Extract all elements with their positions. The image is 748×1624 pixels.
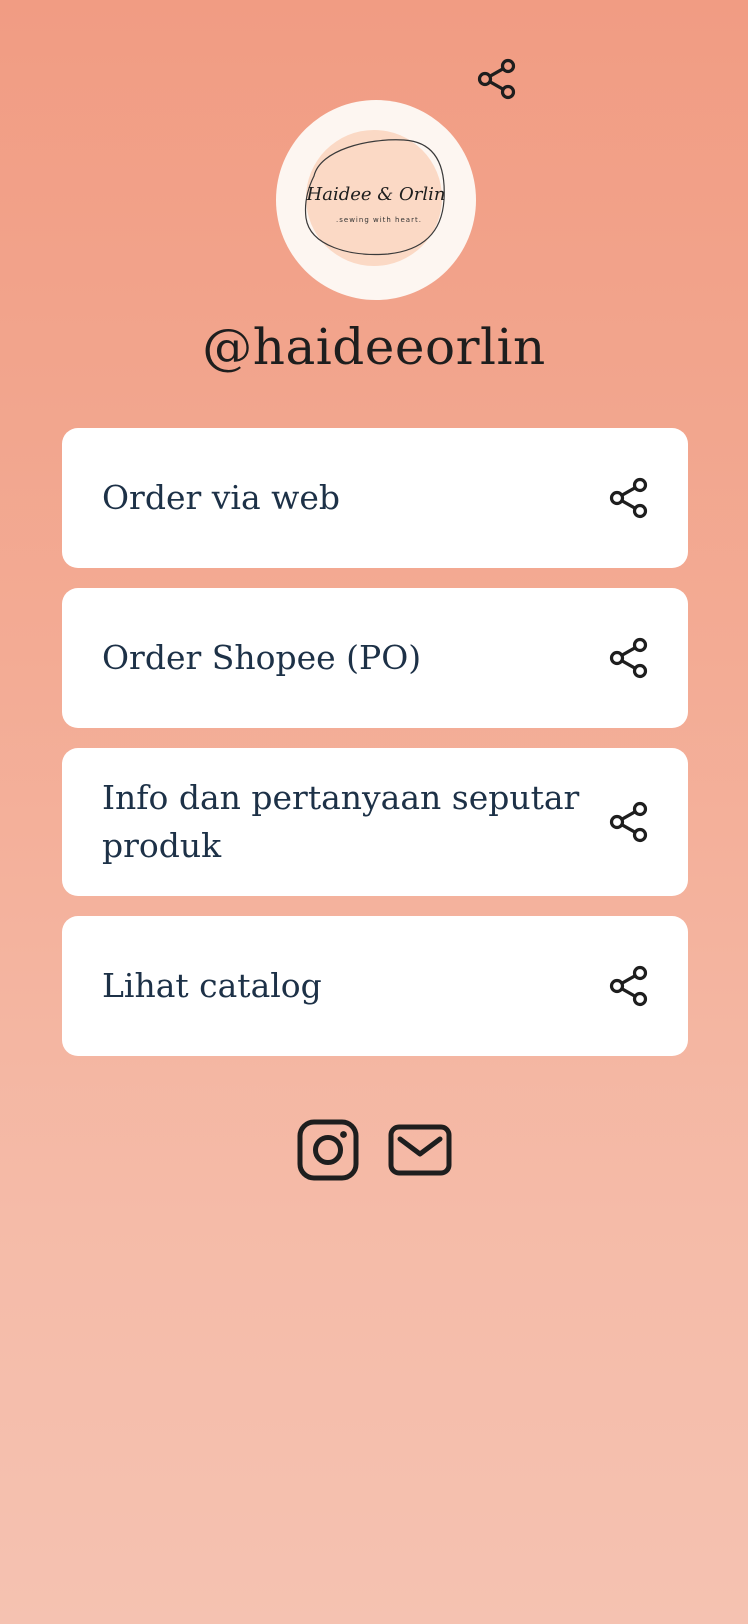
link-label: Info dan pertanyaan seputar produk [102, 778, 580, 865]
link-list: Order via web Order Shopee (PO) Info dan… [62, 428, 688, 1076]
email-link[interactable] [388, 1118, 452, 1182]
instagram-icon [297, 1119, 359, 1181]
instagram-link[interactable] [296, 1118, 360, 1182]
logo-title: Haidee & Orlin [306, 184, 446, 205]
link-label: Order Shopee (PO) [102, 638, 422, 677]
link-lihat-catalog[interactable]: Lihat catalog [62, 916, 688, 1056]
link-share-button[interactable] [606, 635, 652, 681]
brand-logo: Haidee & Orlin .sewing with heart. [304, 130, 446, 266]
social-icons [0, 1118, 748, 1182]
profile-page: Haidee & Orlin .sewing with heart. @haid… [0, 0, 748, 1624]
share-icon [609, 801, 648, 843]
link-order-via-web[interactable]: Order via web [62, 428, 688, 568]
share-icon [609, 477, 648, 519]
profile-share-button[interactable] [474, 56, 520, 102]
link-info-produk[interactable]: Info dan pertanyaan seputar produk [62, 748, 688, 896]
share-icon [609, 637, 648, 679]
share-icon [609, 965, 648, 1007]
logo-tagline: .sewing with heart. [336, 216, 422, 224]
email-icon [388, 1124, 452, 1176]
profile-handle: @haideeorlin [202, 318, 546, 376]
link-label: Order via web [102, 478, 341, 517]
link-share-button[interactable] [606, 799, 652, 845]
link-share-button[interactable] [606, 475, 652, 521]
link-share-button[interactable] [606, 963, 652, 1009]
avatar: Haidee & Orlin .sewing with heart. [276, 100, 476, 300]
link-label: Lihat catalog [102, 966, 322, 1005]
link-order-shopee[interactable]: Order Shopee (PO) [62, 588, 688, 728]
share-icon [477, 58, 516, 100]
